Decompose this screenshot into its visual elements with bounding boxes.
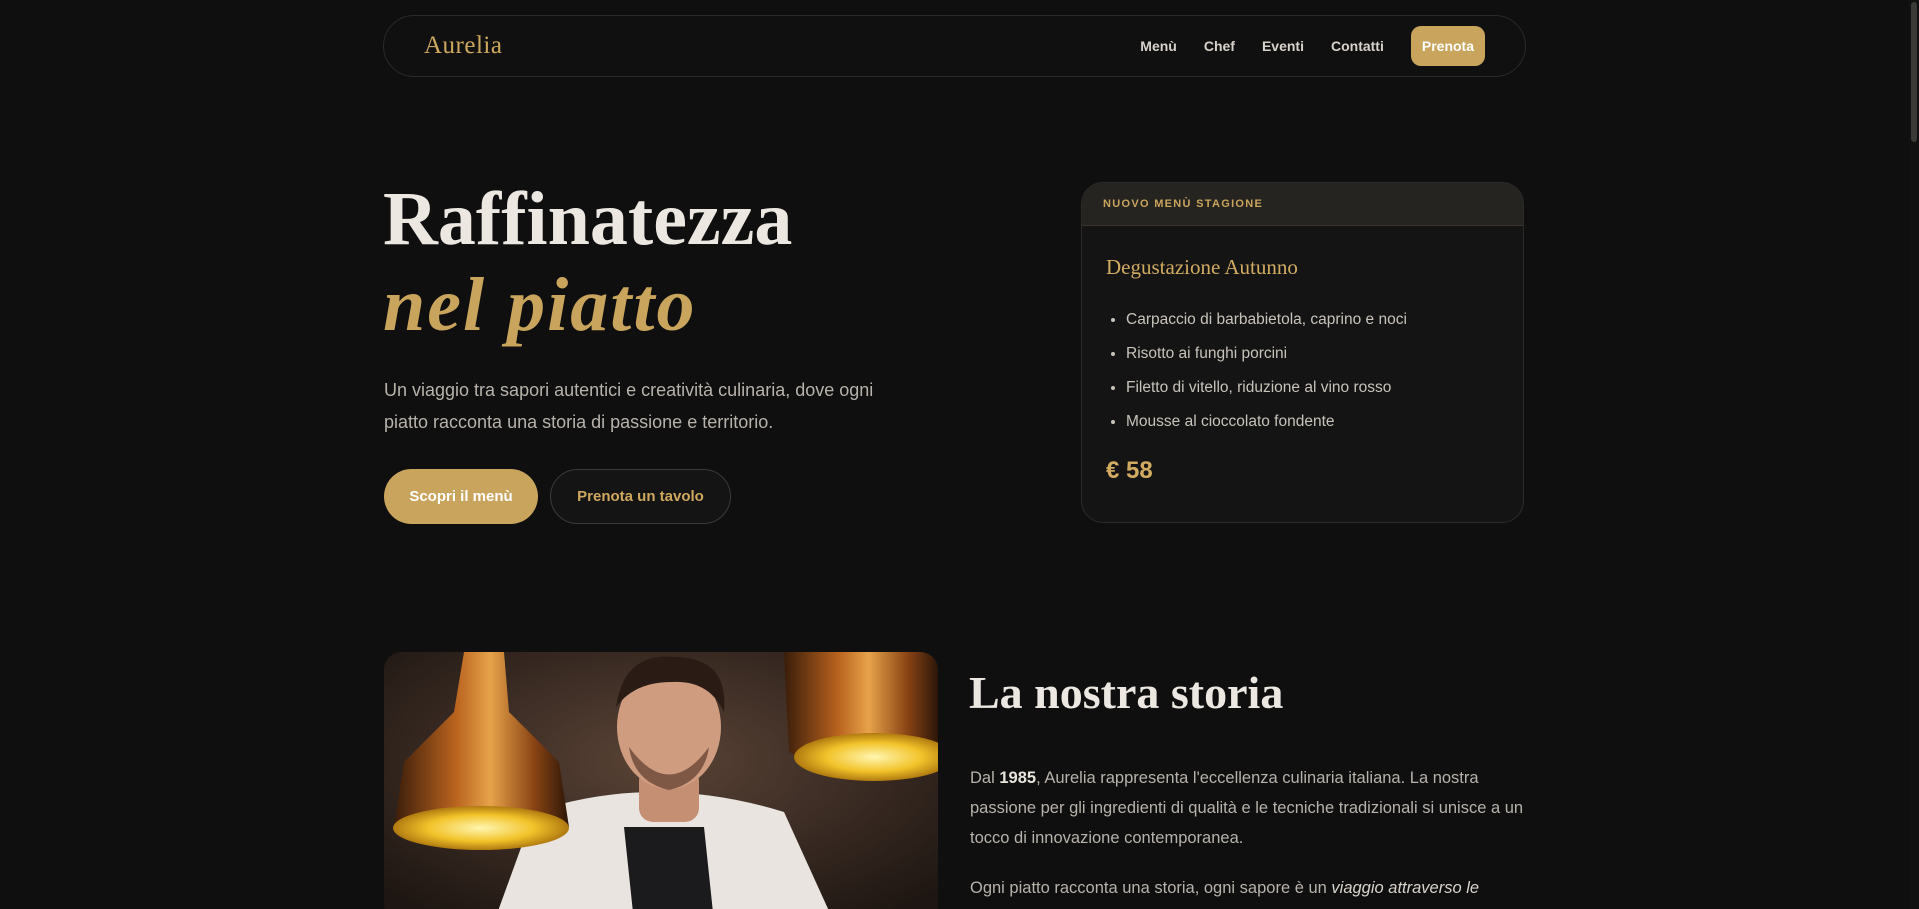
card-title: Degustazione Autunno [1106,255,1298,279]
nav-link-contatti[interactable]: Contatti [1331,38,1384,54]
nav-link-chef[interactable]: Chef [1204,38,1235,54]
story-paragraph-1: Dal 1985, Aurelia rappresenta l'eccellen… [970,763,1530,853]
story-text: Dal [970,769,1000,787]
list-item: Carpaccio di barbabietola, caprino e noc… [1126,303,1407,337]
list-item: Mousse al cioccolato fondente [1126,405,1407,439]
scrollbar-thumb[interactable] [1911,2,1917,142]
story-year: 1985 [999,769,1037,787]
story-title: La nostra storia [969,667,1284,718]
hero-subtitle: Un viaggio tra sapori autentici e creati… [384,380,874,432]
discover-menu-button[interactable]: Scopri il menù [384,469,538,524]
story-paragraph-2: Ogni piatto racconta una storia, ogni sa… [970,873,1530,903]
nav-links: Menù Chef Eventi Contatti Prenota [1113,26,1485,66]
nav-prenota-button[interactable]: Prenota [1410,26,1485,66]
navbar: Aurelia Menù Chef Eventi Contatti Prenot… [383,15,1526,77]
list-item: Filetto di vitello, riduzione al vino ro… [1126,371,1407,405]
card-course-list: Carpaccio di barbabietola, caprino e noc… [1126,303,1407,439]
story-text: Ogni piatto racconta una storia, ogni sa… [970,879,1332,897]
hero-title-line2: nel piatto [383,263,697,347]
story-text: , Aurelia rappresenta l'eccellenza culin… [970,769,1524,847]
list-item: Risotto ai funghi porcini [1126,337,1407,371]
nav-link-menu[interactable]: Menù [1140,38,1177,54]
card-price: € 58 [1106,457,1153,484]
card-badge: NUOVO MENÙ STAGIONE [1082,183,1523,226]
story-italic-text: viaggio attraverso le [1331,879,1480,897]
hero-title-line1: Raffinatezza [383,177,793,261]
book-table-button[interactable]: Prenota un tavolo [550,469,731,524]
page-scrollbar[interactable] [1909,0,1919,909]
chef-photo [384,652,938,909]
season-menu-card: NUOVO MENÙ STAGIONE Degustazione Autunno… [1081,182,1524,523]
nav-link-eventi[interactable]: Eventi [1262,38,1304,54]
brand-logo[interactable]: Aurelia [424,32,502,60]
hero-title: Raffinatezza nel piatto [383,176,792,348]
